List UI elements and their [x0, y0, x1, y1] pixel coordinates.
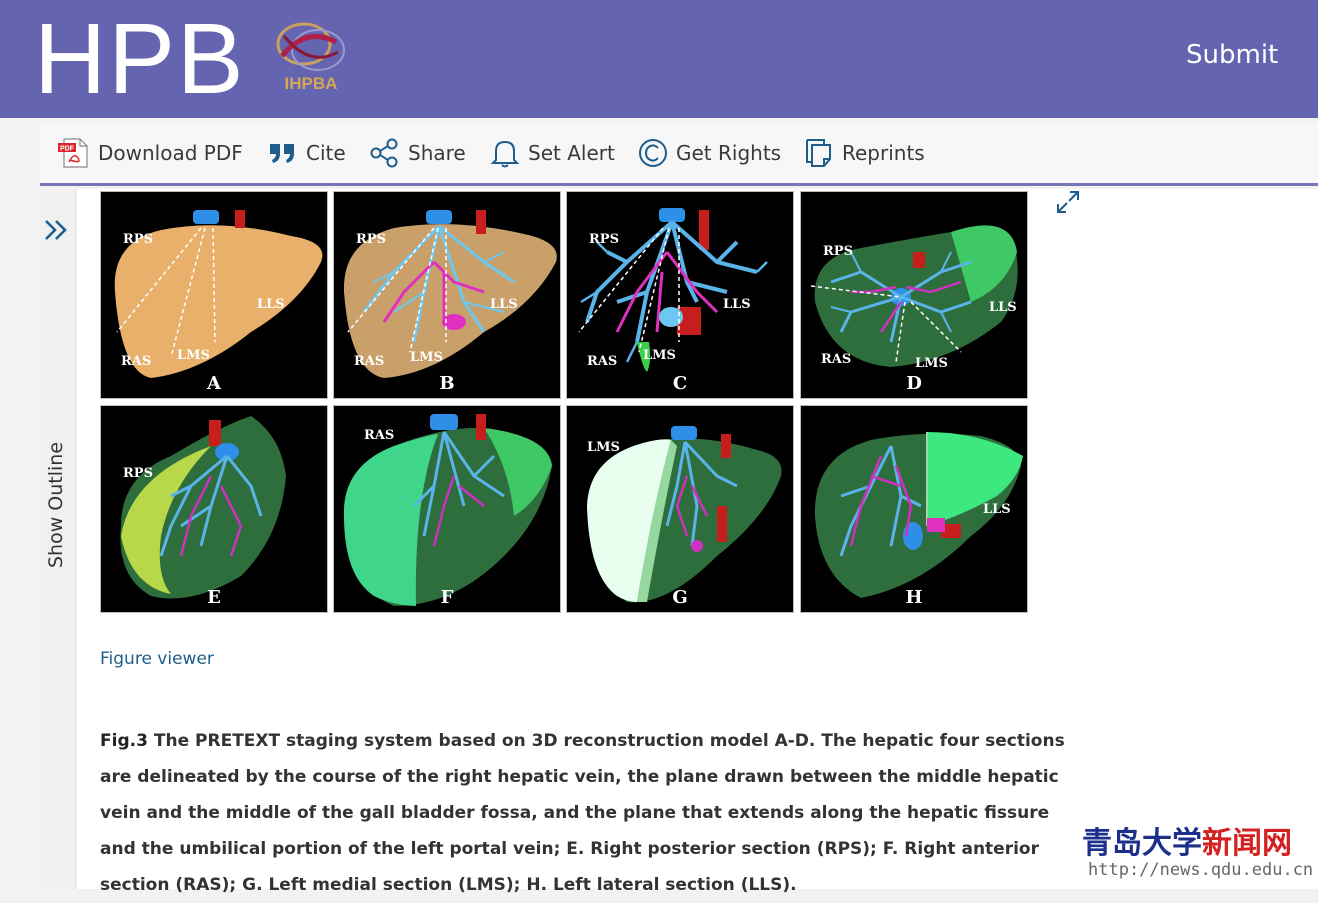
panel-label: RAS: [587, 354, 618, 369]
submit-link[interactable]: Submit: [1186, 40, 1278, 70]
expand-icon[interactable]: [1055, 189, 1081, 215]
figure-caption: Fig.3 The PRETEXT staging system based on…: [100, 723, 1090, 903]
panel-letter: C: [672, 373, 688, 394]
get-rights-button[interactable]: Get Rights: [638, 138, 781, 168]
panel-label: LLS: [490, 297, 518, 312]
panel-label: RAS: [354, 354, 385, 369]
get-rights-label: Get Rights: [676, 141, 782, 165]
panel-label: LMS: [410, 350, 443, 365]
set-alert-button[interactable]: Set Alert: [490, 138, 615, 168]
watermark-site-name: 青岛大学新闻网: [1082, 826, 1292, 861]
figure-panel-e: RPS E: [100, 405, 328, 613]
panel-label: RAS: [821, 352, 852, 367]
ihpba-rings-icon: [276, 22, 345, 71]
reprints-label: Reprints: [842, 141, 925, 165]
figure-panel-h: LLS H: [800, 405, 1028, 613]
watermark-url: http://news.qdu.edu.cn: [1088, 860, 1314, 880]
figure-viewer-link[interactable]: Figure viewer: [100, 649, 214, 669]
reprints-button[interactable]: Reprints: [804, 138, 925, 168]
figure-panel-f: RAS F: [333, 405, 561, 613]
panel-letter: F: [440, 587, 454, 608]
panel-letter: D: [906, 373, 922, 394]
panel-label: RPS: [123, 466, 153, 481]
figure-3[interactable]: RPS LLS RAS LMS A RPS LLS RAS LMS B RPS …: [100, 191, 1032, 615]
figure-panel-d: RPS LLS RAS LMS D: [800, 191, 1028, 399]
figure-panel-b: RPS LLS RAS LMS B: [333, 191, 561, 399]
watermark: 青岛大学新闻网 http://news.qdu.edu.cn: [1082, 818, 1318, 888]
panel-label: RPS: [823, 244, 853, 259]
reprints-icon: [806, 139, 831, 167]
panel-label: RAS: [121, 354, 152, 369]
panel-label: LLS: [723, 297, 751, 312]
bell-icon: [490, 140, 520, 168]
pdf-icon: PDF: [58, 138, 88, 168]
share-button[interactable]: Share: [370, 138, 466, 168]
download-pdf-button[interactable]: PDF Download PDF: [56, 138, 243, 168]
cite-label: Cite: [306, 141, 346, 165]
journal-title[interactable]: HPB: [34, 4, 246, 114]
panel-label: LLS: [257, 297, 285, 312]
liver-model-e: [120, 416, 286, 599]
copyright-icon: [639, 139, 667, 167]
panel-label: LMS: [177, 348, 210, 363]
caption-text: The PRETEXT staging system based on 3D r…: [100, 731, 1065, 895]
figure-panel-g: LMS G: [566, 405, 794, 613]
figure-number: Fig.3: [100, 731, 148, 751]
quote-icon: [270, 144, 294, 163]
panel-letter: H: [905, 587, 923, 608]
double-chevron-right-icon[interactable]: [42, 217, 72, 243]
panel-label: LLS: [983, 502, 1011, 517]
panel-label: LMS: [915, 356, 948, 371]
share-icon: [370, 138, 398, 168]
figure-panel-c: RPS LLS RAS LMS C: [566, 191, 794, 399]
panel-label: RPS: [123, 232, 153, 247]
svg-text:PDF: PDF: [60, 146, 75, 153]
cite-button[interactable]: Cite: [268, 138, 346, 168]
share-label: Share: [408, 141, 466, 165]
download-pdf-label: Download PDF: [98, 141, 243, 165]
panel-label: LMS: [587, 440, 620, 455]
liver-model-g: [587, 426, 782, 603]
logo-text: IHPBA: [284, 74, 338, 93]
article-toolbar: PDF Download PDF Cite Share Set Alert Ge…: [40, 124, 1318, 186]
panel-letter: A: [207, 373, 221, 394]
panel-label: LLS: [989, 300, 1017, 315]
article-main: RPS LLS RAS LMS A RPS LLS RAS LMS B RPS …: [77, 189, 1318, 895]
set-alert-label: Set Alert: [528, 141, 615, 165]
ihpba-logo[interactable]: IHPBA: [266, 16, 356, 96]
show-outline-label[interactable]: Show Outline: [45, 442, 67, 568]
journal-header: HPB IHPBA Submit: [0, 0, 1318, 118]
panel-label: LMS: [643, 348, 676, 363]
panel-letter: G: [672, 587, 688, 608]
panel-letter: B: [439, 373, 455, 394]
panel-label: RPS: [356, 232, 386, 247]
outline-sidebar[interactable]: Show Outline: [40, 189, 76, 889]
panel-label: RPS: [589, 232, 619, 247]
figure-panel-a: RPS LLS RAS LMS A: [100, 191, 328, 399]
panel-letter: E: [207, 587, 221, 608]
panel-label: RAS: [364, 428, 395, 443]
